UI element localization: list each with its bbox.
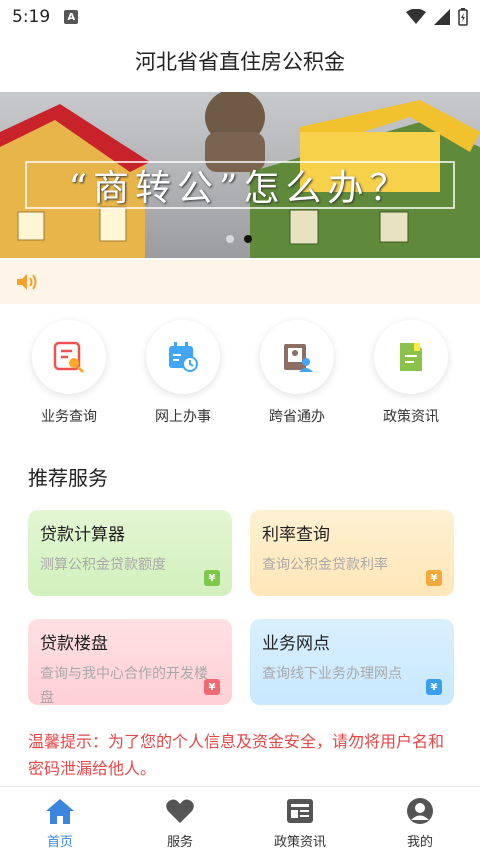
status-bar: 5:19 A [0, 0, 480, 34]
card-title: 业务网点 [262, 634, 330, 654]
card-subtitle: 查询线下业务办理网点 [262, 666, 402, 682]
quick-action-policy-news[interactable]: 政策资讯 [363, 320, 459, 430]
status-indicators [406, 8, 468, 26]
heart-icon [166, 799, 194, 823]
notification-app-icon: A [64, 10, 79, 24]
money-bag-icon: ¥ [204, 679, 220, 695]
quick-action-icon-wrap [260, 320, 334, 394]
loan-calculator-card[interactable]: 贷款计算器 测算公积金贷款额度 ¥ [28, 510, 232, 596]
bottom-tab-bar: 首页 服务 政策资讯 我的 [0, 786, 480, 853]
tab-mine[interactable]: 我的 [360, 787, 480, 853]
card-title: 贷款计算器 [40, 525, 125, 545]
money-bag-icon: ¥ [426, 679, 442, 695]
news-icon [287, 799, 313, 823]
wifi-icon [406, 9, 426, 24]
tab-label: 首页 [46, 835, 73, 850]
quick-action-icon-wrap [32, 320, 106, 394]
money-bag-icon: ¥ [204, 570, 220, 586]
banner-headline: “商转公”怎么办？ [68, 168, 412, 209]
tab-policy-news[interactable]: 政策资讯 [240, 787, 360, 853]
policy-document-icon [400, 343, 422, 371]
user-icon [407, 798, 433, 824]
rate-query-card[interactable]: 利率查询 查询公积金贷款利率 ¥ [250, 510, 454, 596]
card-subtitle: 查询公积金贷款利率 [262, 557, 388, 573]
calendar-clock-icon [169, 342, 198, 372]
carousel-indicator [226, 235, 252, 243]
banner-carousel[interactable]: “商转公”怎么办？ [0, 92, 480, 258]
quick-action-label: 跨省通办 [269, 409, 325, 425]
tab-services[interactable]: 服务 [120, 787, 240, 853]
notice-bar[interactable] [0, 260, 480, 304]
quick-action-business-query[interactable]: 业务查询 [21, 320, 117, 430]
card-subtitle: 测算公积金贷款额度 [40, 557, 166, 573]
section-title: 推荐服务 [28, 466, 108, 490]
quick-action-icon-wrap [374, 320, 448, 394]
card-title: 贷款楼盘 [40, 634, 108, 654]
tab-label: 服务 [166, 835, 193, 850]
quick-action-label: 网上办事 [155, 409, 211, 425]
quick-action-cross-province[interactable]: 跨省通办 [249, 320, 345, 430]
status-time: 5:19 [12, 7, 51, 27]
quick-action-label: 业务查询 [41, 409, 97, 425]
service-outlets-card[interactable]: 业务网点 查询线下业务办理网点 ¥ [250, 619, 454, 705]
app-title: 河北省省直住房公积金 [135, 50, 345, 74]
tab-home[interactable]: 首页 [0, 787, 120, 853]
speaker-icon [17, 274, 37, 290]
quick-actions: 业务查询 网上办事 跨省通办 政策资讯 [0, 320, 480, 430]
card-title: 利率查询 [262, 525, 330, 545]
carousel-dot-active[interactable] [244, 235, 252, 243]
book-user-icon [284, 344, 313, 372]
carousel-dot[interactable] [226, 235, 234, 243]
battery-icon [458, 8, 468, 26]
quick-action-icon-wrap [146, 320, 220, 394]
search-document-icon [53, 341, 85, 374]
security-tip: 温馨提示：为了您的个人信息及资金安全，请勿将用户名和密码泄漏给他人。 [28, 732, 445, 778]
signal-icon [434, 9, 450, 25]
money-bag-icon: ¥ [426, 570, 442, 586]
home-icon [46, 799, 74, 824]
quick-action-label: 政策资讯 [383, 409, 439, 425]
loan-properties-card[interactable]: 贷款楼盘 查询与我中心合作的开发楼盘 ¥ [28, 619, 232, 706]
card-subtitle: 查询与我中心合作的开发楼盘 [40, 666, 208, 706]
tab-label: 我的 [406, 835, 433, 850]
quick-action-online-service[interactable]: 网上办事 [135, 320, 231, 430]
tab-label: 政策资讯 [273, 835, 326, 850]
